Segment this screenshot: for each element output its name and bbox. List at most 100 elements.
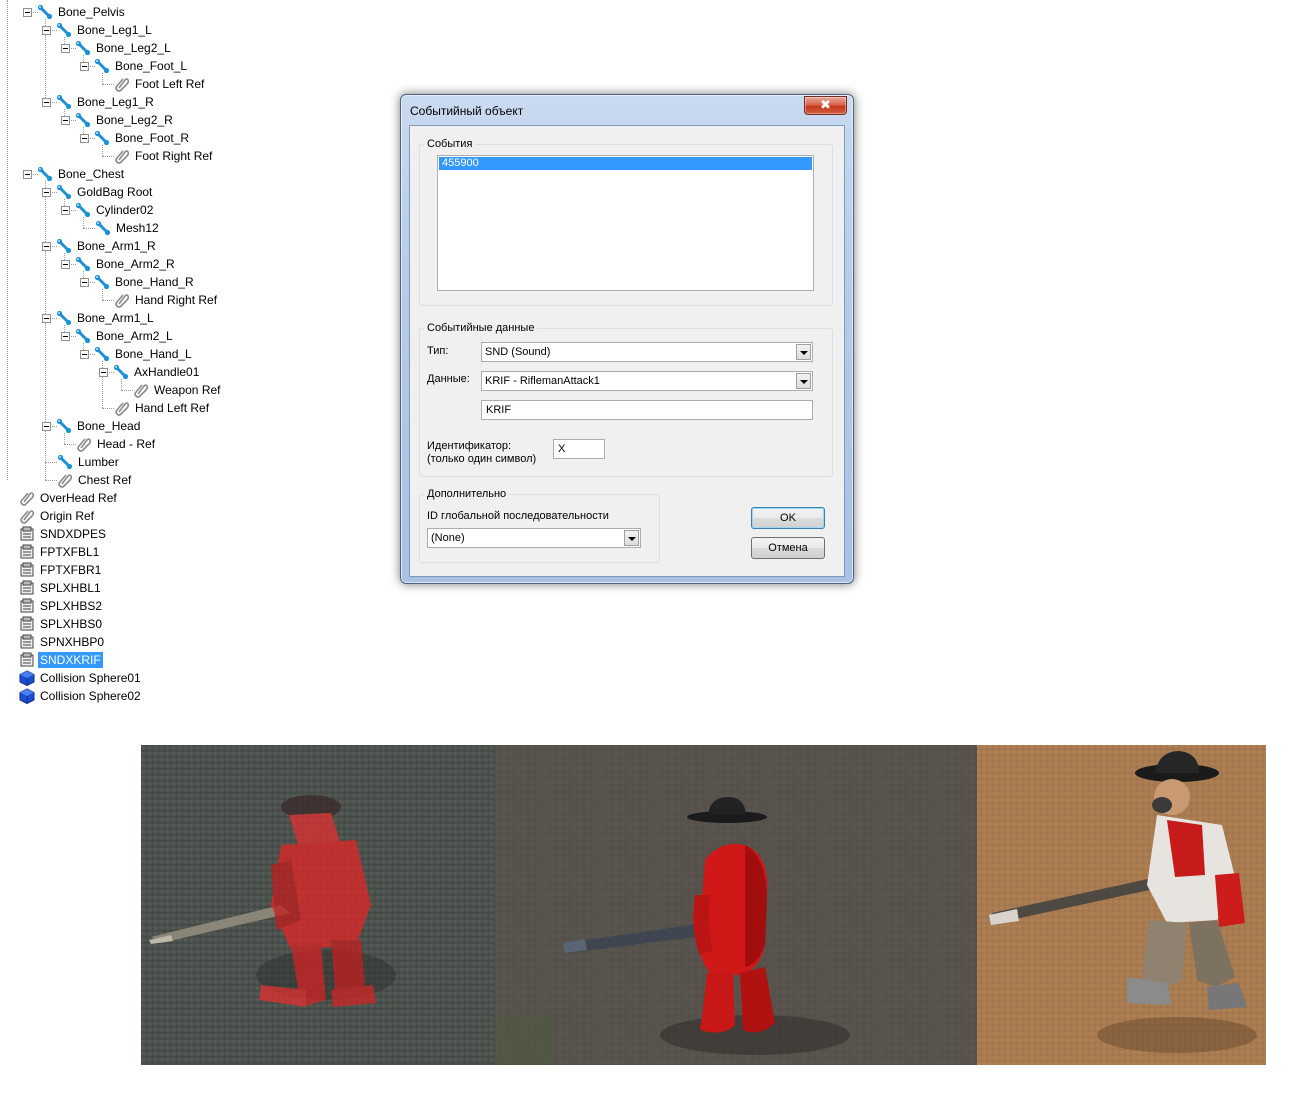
- tree-node[interactable]: AxHandle01: [99, 363, 201, 381]
- tree-node[interactable]: Hand Right Ref: [114, 291, 219, 309]
- tree-node[interactable]: Collision Sphere02: [19, 687, 143, 705]
- model-node-tree[interactable]: Bone_Pelvis Bone_Leg1_L Bone_Leg2_L Bone_Fo…: [0, 0, 380, 710]
- tree-node[interactable]: Chest Ref: [57, 471, 133, 489]
- collapse-toggle-icon[interactable]: [42, 25, 51, 35]
- chevron-down-icon: [628, 537, 636, 541]
- tree-node[interactable]: Bone_Foot_L: [80, 57, 189, 75]
- tree-node-label: Chest Ref: [78, 473, 132, 487]
- tree-node[interactable]: Bone_Head: [42, 417, 142, 435]
- tree-node[interactable]: Foot Right Ref: [114, 147, 214, 165]
- data-combobox[interactable]: KRIF - RiflemanAttack1: [481, 371, 813, 391]
- events-listbox[interactable]: 455900: [437, 155, 814, 291]
- textured-rifleman-view[interactable]: [977, 745, 1266, 1065]
- tree-node[interactable]: Bone_Arm2_L: [61, 327, 175, 345]
- event-object-icon: [19, 616, 38, 632]
- tree-node-label: SPLXHBS2: [40, 599, 103, 613]
- bone-icon: [94, 130, 113, 146]
- data-dropdown-button[interactable]: [796, 373, 811, 389]
- collapse-toggle-icon[interactable]: [42, 97, 51, 107]
- solid-red-model-view[interactable]: [495, 745, 977, 1065]
- tree-node[interactable]: SNDXKRIF: [19, 651, 104, 669]
- tree-node[interactable]: GoldBag Root: [42, 183, 154, 201]
- collapse-toggle-icon[interactable]: [42, 313, 51, 323]
- collapse-toggle-icon[interactable]: [61, 331, 70, 341]
- tree-node-label: Bone_Arm2_R: [96, 257, 175, 271]
- tree-node-label: Foot Right Ref: [135, 149, 213, 163]
- tree-node[interactable]: SPLXHBL1: [19, 579, 103, 597]
- collapse-toggle-icon[interactable]: [61, 205, 70, 215]
- tree-node[interactable]: Bone_Leg1_R: [42, 93, 156, 111]
- tree-node[interactable]: Mesh12: [95, 219, 161, 237]
- tree-node-label: SPNXHBP0: [40, 635, 105, 649]
- tree-node-label: Lumber: [78, 455, 119, 469]
- tree-node[interactable]: Cylinder02: [61, 201, 155, 219]
- type-dropdown-button[interactable]: [796, 344, 811, 360]
- tree-node-label: Hand Right Ref: [135, 293, 218, 307]
- collapse-toggle-icon[interactable]: [80, 349, 89, 359]
- tree-node[interactable]: Bone_Arm1_L: [42, 309, 156, 327]
- tree-node-label: Bone_Foot_R: [115, 131, 190, 145]
- tree-connector-branch: [45, 480, 57, 481]
- bone-icon: [56, 418, 75, 434]
- global-sequence-dropdown-button[interactable]: [624, 530, 639, 546]
- tree-node[interactable]: Bone_Pelvis: [23, 3, 127, 21]
- tree-node[interactable]: Hand Left Ref: [114, 399, 211, 417]
- tree-node-label: Origin Ref: [40, 509, 95, 523]
- tree-node[interactable]: Bone_Arm1_R: [42, 237, 158, 255]
- tree-node[interactable]: OverHead Ref: [19, 489, 119, 507]
- tree-node[interactable]: Bone_Hand_R: [80, 273, 196, 291]
- tree-node[interactable]: SNDXDPES: [19, 525, 108, 543]
- collapse-toggle-icon[interactable]: [42, 241, 51, 251]
- collapse-toggle-icon[interactable]: [80, 133, 89, 143]
- collapse-toggle-icon[interactable]: [23, 169, 32, 179]
- collapse-toggle-icon[interactable]: [80, 61, 89, 71]
- collapse-toggle-icon[interactable]: [23, 7, 32, 17]
- collapse-toggle-icon[interactable]: [42, 187, 51, 197]
- tree-node[interactable]: Bone_Leg2_R: [61, 111, 175, 129]
- tree-node[interactable]: SPNXHBP0: [19, 633, 106, 651]
- bone-icon: [37, 4, 56, 20]
- tree-node-label: Bone_Pelvis: [58, 5, 125, 19]
- tree-node-label: Bone_Leg2_L: [96, 41, 171, 55]
- collapse-toggle-icon[interactable]: [61, 115, 70, 125]
- tree-node[interactable]: SPLXHBS0: [19, 615, 104, 633]
- tree-node[interactable]: Head - Ref: [76, 435, 157, 453]
- tree-node[interactable]: Bone_Hand_L: [80, 345, 194, 363]
- collapse-toggle-icon[interactable]: [42, 421, 51, 431]
- list-item[interactable]: 455900: [439, 157, 812, 170]
- tree-node-label: Bone_Foot_L: [115, 59, 188, 73]
- tree-node[interactable]: Lumber: [57, 453, 121, 471]
- collapse-toggle-icon[interactable]: [61, 259, 70, 269]
- tree-node[interactable]: Foot Left Ref: [114, 75, 206, 93]
- tree-connector-branch: [83, 228, 95, 229]
- tree-node[interactable]: SPLXHBS2: [19, 597, 104, 615]
- tree-node[interactable]: Origin Ref: [19, 507, 96, 525]
- tree-node[interactable]: Bone_Arm2_R: [61, 255, 177, 273]
- collapse-toggle-icon[interactable]: [61, 43, 70, 53]
- collapse-toggle-icon[interactable]: [80, 277, 89, 287]
- translucent-red-model-view[interactable]: [141, 745, 495, 1065]
- tree-node-label: Bone_Arm1_L: [77, 311, 154, 325]
- dialog-title: Событийный объект: [410, 104, 524, 118]
- identifier-value: X: [558, 443, 566, 455]
- bone-icon: [75, 328, 94, 344]
- tree-node[interactable]: Bone_Leg1_L: [42, 21, 154, 39]
- tree-node[interactable]: Bone_Chest: [23, 165, 126, 183]
- tree-node[interactable]: Weapon Ref: [133, 381, 223, 399]
- tree-node[interactable]: FPTXFBR1: [19, 561, 103, 579]
- events-group-legend: События: [427, 138, 473, 150]
- tree-node[interactable]: Bone_Leg2_L: [61, 39, 173, 57]
- identifier-field[interactable]: X: [553, 439, 605, 459]
- bone-icon: [56, 238, 75, 254]
- tree-node[interactable]: Collision Sphere01: [19, 669, 143, 687]
- ok-button[interactable]: OK: [751, 507, 825, 529]
- data-text-field[interactable]: KRIF: [481, 400, 813, 420]
- collapse-toggle-icon[interactable]: [99, 367, 108, 377]
- type-combobox[interactable]: SND (Sound): [481, 342, 813, 362]
- close-button[interactable]: ✖: [804, 96, 847, 115]
- cancel-button[interactable]: Отмена: [751, 537, 825, 559]
- data-combobox-value: KRIF - RiflemanAttack1: [485, 375, 600, 387]
- tree-node[interactable]: Bone_Foot_R: [80, 129, 191, 147]
- global-sequence-combobox[interactable]: (None): [427, 528, 641, 548]
- tree-node[interactable]: FPTXFBL1: [19, 543, 101, 561]
